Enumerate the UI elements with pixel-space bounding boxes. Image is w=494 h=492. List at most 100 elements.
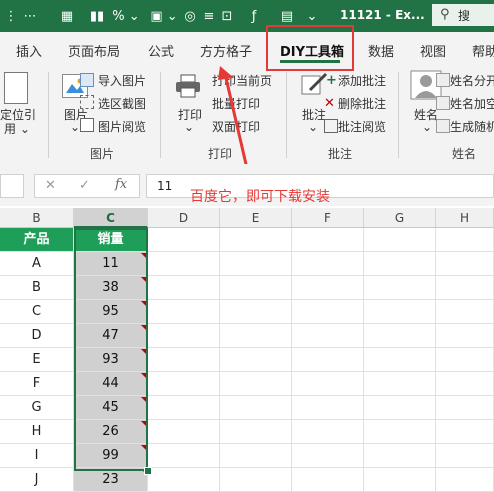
column-header-f[interactable]: F (292, 208, 364, 228)
empty-cell[interactable] (148, 324, 220, 348)
product-cell[interactable]: E (0, 348, 74, 372)
tab-view[interactable]: 视图 (420, 41, 446, 60)
empty-cell[interactable] (220, 300, 292, 324)
name-add-space-button[interactable]: 姓名加空 (450, 95, 494, 112)
empty-cell[interactable] (292, 372, 364, 396)
column-header-c[interactable]: C (74, 208, 148, 228)
name-dropdown-icon[interactable]: ⌄ (422, 120, 432, 134)
empty-cell[interactable] (220, 372, 292, 396)
product-cell[interactable]: F (0, 372, 74, 396)
import-picture-button[interactable]: 导入图片 (98, 72, 146, 89)
empty-cell[interactable] (364, 444, 436, 468)
empty-cell[interactable] (148, 348, 220, 372)
empty-cell[interactable] (436, 396, 494, 420)
tab-page-layout[interactable]: 页面布局 (68, 41, 120, 60)
empty-cell[interactable] (292, 276, 364, 300)
empty-cell[interactable] (292, 396, 364, 420)
empty-cell[interactable] (436, 348, 494, 372)
empty-cell[interactable] (292, 252, 364, 276)
product-cell[interactable]: B (0, 276, 74, 300)
print-dropdown-icon[interactable]: ⌄ (184, 120, 194, 134)
product-cell[interactable]: C (0, 300, 74, 324)
chart-icon[interactable]: ▮▮ (88, 7, 106, 25)
delete-comment-button[interactable]: 删除批注 (338, 95, 386, 112)
empty-cell[interactable] (364, 276, 436, 300)
region-screenshot-button[interactable]: 选区截图 (98, 95, 146, 112)
column-header-e[interactable]: E (220, 208, 292, 228)
empty-cell[interactable] (148, 252, 220, 276)
empty-cell[interactable] (436, 276, 494, 300)
locate-reference-dropdown[interactable]: 用 ⌄ (4, 120, 30, 137)
empty-cell[interactable] (436, 252, 494, 276)
empty-cell[interactable] (220, 324, 292, 348)
empty-cell[interactable] (292, 348, 364, 372)
empty-cell[interactable] (220, 348, 292, 372)
text-align-icon[interactable]: ≡ (200, 7, 218, 25)
document-icon[interactable]: ▤ (278, 7, 296, 25)
random-generate-button[interactable]: 生成随机 (450, 118, 494, 135)
empty-cell[interactable] (436, 444, 494, 468)
empty-cell[interactable] (220, 396, 292, 420)
empty-cell[interactable] (436, 420, 494, 444)
empty-cell[interactable] (220, 468, 292, 492)
header-cell-product[interactable]: 产品 (0, 228, 74, 252)
empty-cell[interactable] (220, 420, 292, 444)
empty-cell[interactable] (148, 444, 220, 468)
format-painter-icon[interactable]: ⋯ (20, 7, 40, 25)
empty-cell[interactable] (148, 420, 220, 444)
enter-icon[interactable]: ✓ (79, 178, 90, 193)
empty-cell[interactable] (148, 300, 220, 324)
tab-help[interactable]: 帮助 (472, 41, 494, 60)
empty-cell[interactable] (148, 276, 220, 300)
empty-cell[interactable] (148, 228, 220, 252)
empty-cell[interactable] (364, 348, 436, 372)
sales-cell[interactable]: 23 (74, 468, 148, 492)
empty-cell[interactable] (220, 276, 292, 300)
empty-cell[interactable] (292, 420, 364, 444)
empty-cell[interactable] (364, 468, 436, 492)
add-comment-button[interactable]: 添加批注 (338, 72, 386, 89)
product-cell[interactable]: J (0, 468, 74, 492)
product-cell[interactable]: A (0, 252, 74, 276)
split-name-button[interactable]: 姓名分开 (450, 72, 494, 89)
empty-cell[interactable] (364, 420, 436, 444)
name-box[interactable] (0, 174, 24, 198)
product-cell[interactable]: D (0, 324, 74, 348)
product-cell[interactable]: G (0, 396, 74, 420)
empty-cell[interactable] (220, 252, 292, 276)
product-cell[interactable]: I (0, 444, 74, 468)
empty-cell[interactable] (364, 252, 436, 276)
tab-data[interactable]: 数据 (368, 41, 394, 60)
empty-cell[interactable] (220, 444, 292, 468)
empty-cell[interactable] (436, 468, 494, 492)
empty-cell[interactable] (292, 444, 364, 468)
empty-cell[interactable] (436, 372, 494, 396)
empty-cell[interactable] (364, 300, 436, 324)
tab-insert[interactable]: 插入 (16, 41, 42, 60)
column-header-d[interactable]: D (148, 208, 220, 228)
tab-formulas[interactable]: 公式 (148, 41, 174, 60)
empty-cell[interactable] (148, 468, 220, 492)
empty-cell[interactable] (364, 228, 436, 252)
comment-view-button[interactable]: 批注阅览 (338, 118, 386, 135)
empty-cell[interactable] (292, 324, 364, 348)
empty-cell[interactable] (148, 396, 220, 420)
shapes-icon[interactable]: ◎ (180, 7, 200, 25)
comment-dropdown-icon[interactable]: ⌄ (308, 120, 318, 134)
empty-cell[interactable] (148, 372, 220, 396)
empty-cell[interactable] (292, 228, 364, 252)
more-commands-icon[interactable]: ⋮ (4, 7, 18, 25)
empty-cell[interactable] (364, 372, 436, 396)
product-cell[interactable]: H (0, 420, 74, 444)
insert-function-icon[interactable]: fx (115, 177, 127, 192)
column-header-g[interactable]: G (364, 208, 436, 228)
empty-cell[interactable] (436, 300, 494, 324)
empty-cell[interactable] (436, 228, 494, 252)
tab-fangfang[interactable]: 方方格子 (200, 41, 252, 60)
table-icon[interactable]: ▦ (58, 7, 76, 25)
empty-cell[interactable] (292, 468, 364, 492)
percent-icon[interactable]: % ⌄ (112, 7, 140, 25)
image-frame-icon[interactable]: ⊡ (218, 7, 236, 25)
column-header-b[interactable]: B (0, 208, 74, 228)
empty-cell[interactable] (220, 228, 292, 252)
